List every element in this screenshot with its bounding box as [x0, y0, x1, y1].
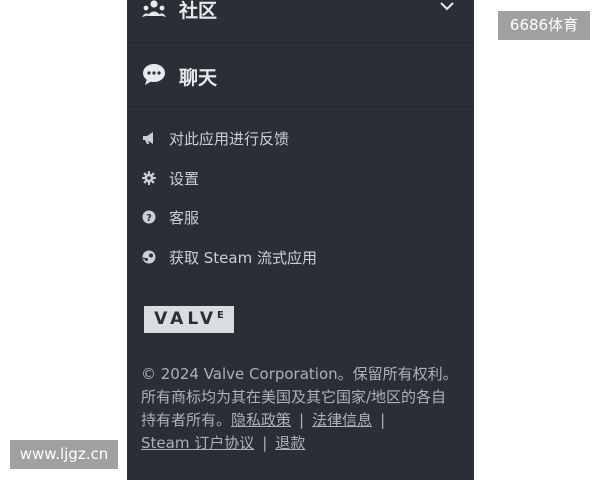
menu-item-community[interactable]: 社区 [127, 0, 474, 43]
help-circle-icon: ? [142, 210, 156, 224]
menu-item-settings[interactable]: 设置 [127, 165, 474, 195]
valve-logo[interactable]: VALVE [144, 306, 234, 333]
watermark-top-right: 6686体育 [498, 11, 590, 40]
menu-item-get-steam-link[interactable]: 获取 Steam 流式应用 [127, 244, 474, 274]
legal-info-link[interactable]: 法律信息 [312, 411, 372, 429]
menu-item-chat[interactable]: 聊天 [127, 43, 474, 107]
support-label: 客服 [169, 209, 200, 227]
community-icon [142, 0, 166, 17]
settings-label: 设置 [169, 170, 200, 188]
chat-label: 聊天 [179, 67, 218, 89]
watermark-bottom-left: www.ljgz.cn [10, 440, 118, 469]
privacy-policy-link[interactable]: 隐私政策 [231, 411, 291, 429]
steam-logo-icon [142, 250, 156, 264]
separator: | [380, 411, 386, 429]
svg-text:?: ? [146, 213, 152, 224]
chat-bubble-icon [143, 64, 165, 85]
community-label: 社区 [179, 0, 218, 22]
megaphone-icon [143, 132, 153, 144]
chevron-down-icon[interactable] [439, 0, 455, 12]
separator: | [262, 434, 268, 452]
feedback-label: 对此应用进行反馈 [169, 130, 290, 148]
subscriber-agreement-link[interactable]: Steam 订户协议 [141, 434, 254, 452]
separator: | [299, 411, 305, 429]
menu-item-feedback[interactable]: 对此应用进行反馈 [127, 125, 474, 155]
steam-mobile-menu: 社区 聊天 对此应用进行反馈 设置 ? 客服 获取 Steam 流式应用 VAL… [127, 0, 474, 480]
menu-item-support[interactable]: ? 客服 [127, 204, 474, 234]
gear-icon [142, 171, 156, 185]
footer-legal: © 2024 Valve Corporation。保留所有权利。所有商标均为其在… [141, 363, 459, 455]
get-steam-link-label: 获取 Steam 流式应用 [169, 249, 317, 267]
refunds-link[interactable]: 退款 [275, 434, 305, 452]
